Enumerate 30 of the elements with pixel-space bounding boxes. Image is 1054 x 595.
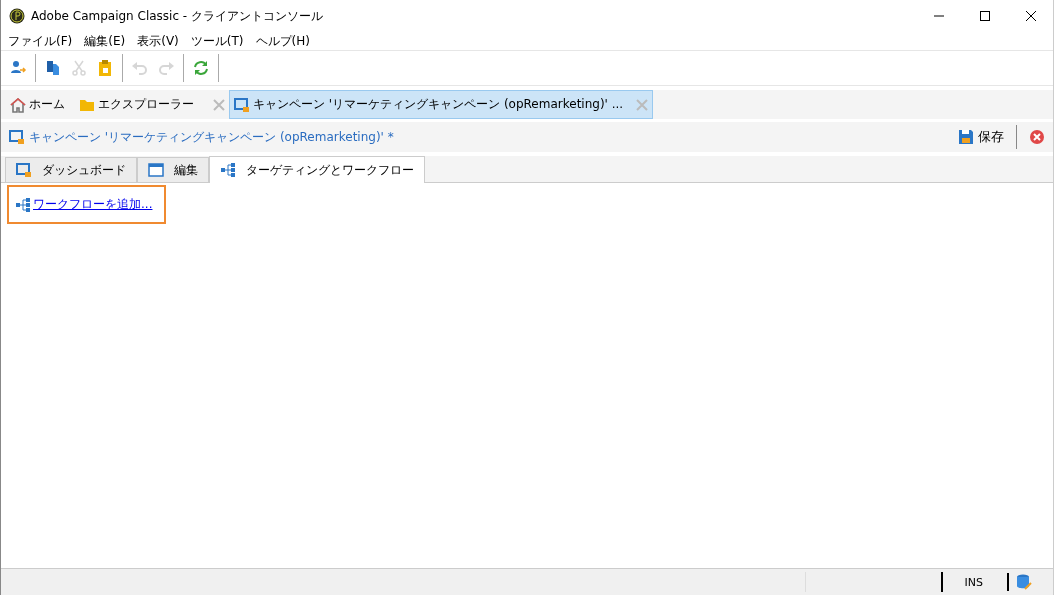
document-tab[interactable]: ホーム xyxy=(5,90,70,119)
tab[interactable]: ダッシュボード xyxy=(5,157,137,182)
database-icon xyxy=(1007,573,1033,591)
campaign-icon xyxy=(234,96,250,113)
paste-icon[interactable] xyxy=(96,59,114,77)
close-icon[interactable] xyxy=(1025,10,1037,22)
maximize-icon[interactable] xyxy=(979,10,991,22)
copy-icon[interactable] xyxy=(44,59,62,77)
insert-mode-indicator: INS xyxy=(964,575,983,589)
document-title: キャンペーン 'リマーケティングキャンペーン (opRemarketing)' * xyxy=(29,128,394,146)
tab[interactable]: 編集 xyxy=(137,157,209,182)
campaign-icon xyxy=(9,129,25,145)
tab[interactable]: ターゲティングとワークフロー xyxy=(209,156,425,183)
save-button[interactable]: 保存 xyxy=(954,126,1008,148)
document-tab[interactable]: キャンペーン 'リマーケティングキャンペーン (opRemarketing)' ... xyxy=(229,90,654,119)
window-icon xyxy=(148,162,164,178)
add-workflow-link[interactable]: ワークフローを追加... xyxy=(33,196,153,213)
document-tab[interactable]: エクスプローラー xyxy=(74,90,199,119)
house-icon xyxy=(10,96,26,113)
menu-item[interactable]: ファイル(F) xyxy=(8,32,73,50)
workflow-icon xyxy=(220,162,236,178)
window-title: Adobe Campaign Classic - クライアントコンソール xyxy=(31,7,323,25)
workflow-icon xyxy=(15,196,31,213)
menu-item[interactable]: 編集(E) xyxy=(84,32,126,50)
monitor-icon xyxy=(16,162,32,178)
refresh-icon[interactable] xyxy=(192,59,210,77)
menu-item[interactable]: 表示(V) xyxy=(137,32,179,50)
menu-item[interactable]: ツール(T) xyxy=(190,32,244,50)
menu-item[interactable]: ヘルプ(H) xyxy=(255,32,310,50)
app-logo-icon xyxy=(9,8,25,24)
